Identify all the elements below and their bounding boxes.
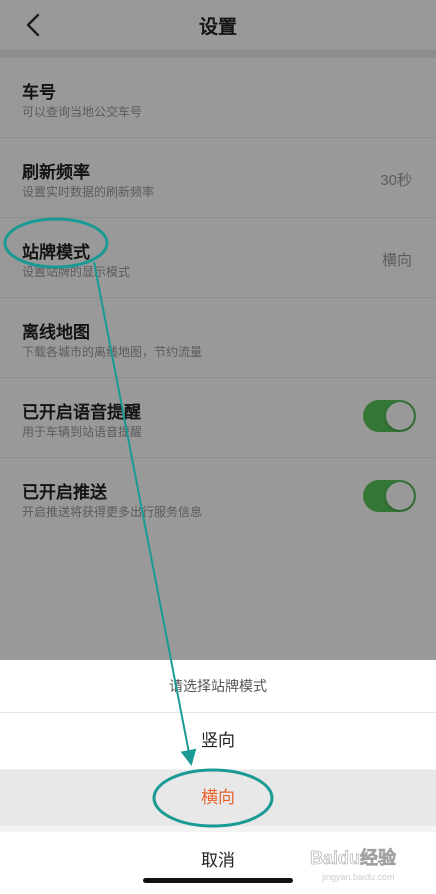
- option-landscape[interactable]: 横向: [0, 770, 436, 826]
- home-indicator: [143, 878, 293, 883]
- option-portrait[interactable]: 竖向: [0, 713, 436, 769]
- baidu-logo-icon: Baidu经验: [310, 847, 397, 869]
- watermark-url: jingyan.baidu.com: [322, 872, 395, 882]
- action-sheet-title: 请选择站牌模式: [0, 660, 436, 713]
- watermark: Baidu经验 jingyan.baidu.com: [300, 842, 430, 886]
- svg-text:Baidu经验: Baidu经验: [310, 847, 397, 868]
